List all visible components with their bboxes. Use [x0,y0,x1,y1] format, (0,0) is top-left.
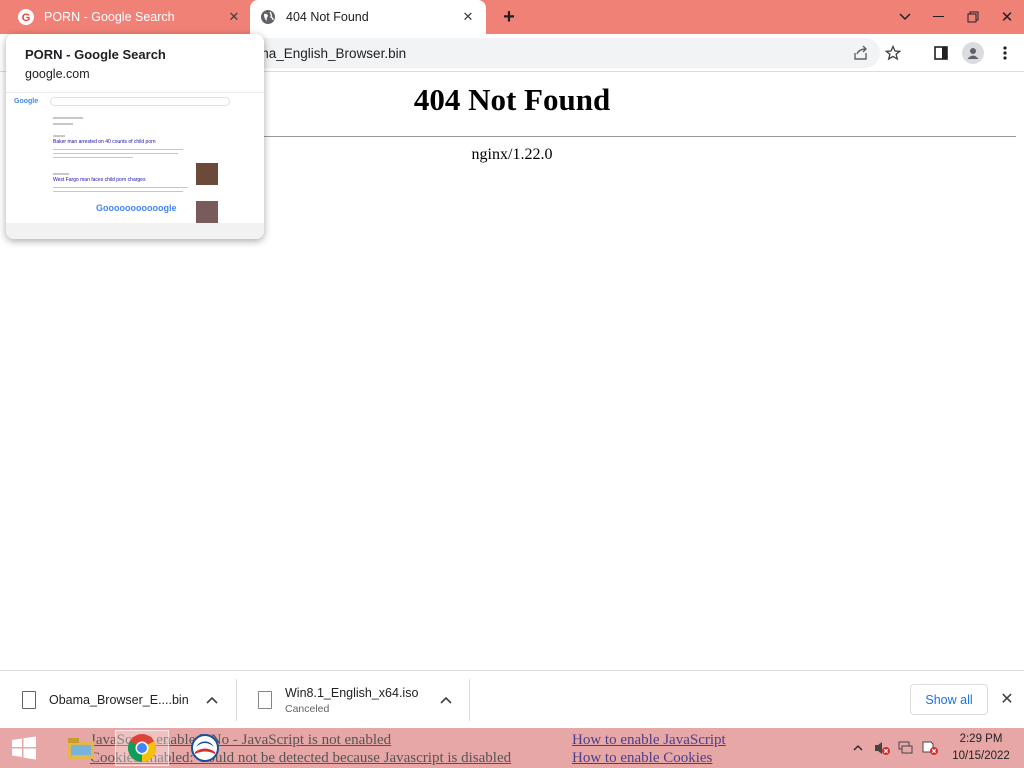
download-filename: Obama_Browser_E....bin [49,693,189,707]
share-icon[interactable] [848,40,874,66]
side-panel-icon[interactable] [928,40,954,66]
globe-icon [260,9,276,25]
tab-404[interactable]: 404 Not Found ✕ [250,0,486,34]
start-button[interactable] [6,732,42,764]
profile-avatar-icon[interactable] [960,40,986,66]
iso-file-icon [258,691,272,709]
thumbnail-result-title: Baker man arrested on 40 counts of child… [53,139,156,145]
thumbnail-result-image [196,201,218,223]
clock-time: 2:29 PM [959,733,1003,745]
tab-close-icon[interactable]: ✕ [224,7,244,27]
show-hidden-icons-chevron-icon[interactable] [846,736,870,760]
tab-title: PORN - Google Search [44,10,175,24]
taskbar: JavaScript enabled: No - JavaScript is n… [0,728,1024,768]
windows-logo-icon [12,736,36,760]
address-text: ama_English_Browser.bin [250,45,407,61]
downloads-shelf: Obama_Browser_E....bin Win8.1_English_x6… [0,670,1024,728]
thumbnail-result-image [196,163,218,185]
speaker-muted-icon[interactable] [870,736,894,760]
download-item[interactable]: Win8.1_English_x64.iso Canceled [236,677,469,723]
network-icon[interactable] [894,736,918,760]
chevron-down-icon[interactable] [888,0,922,34]
thumbnail-search-box [50,97,230,106]
folder-icon [68,738,94,759]
tab-thumbnail: Google Baker man arrested on 40 counts o… [6,92,264,239]
taskbar-browser-app[interactable] [178,730,232,766]
tab-title: 404 Not Found [286,10,369,24]
download-status: Canceled [285,702,330,715]
show-all-button[interactable]: Show all [910,684,988,715]
file-icon [22,691,36,709]
menu-kebab-icon[interactable] [992,40,1018,66]
tab-hover-card: PORN - Google Search google.com Google B… [6,34,264,239]
thumbnail-google-logo: Google [14,98,39,105]
chevron-up-icon[interactable] [440,693,452,707]
window-controls: ✕ [888,0,1024,34]
bookmark-star-icon[interactable] [880,40,906,66]
tab-strip: G PORN - Google Search ✕ 404 Not Found ✕… [0,0,1024,34]
clock[interactable]: 2:29 PM 10/15/2022 [942,731,1020,765]
obama-logo-icon [191,734,219,762]
chrome-icon [128,734,156,762]
system-tray: 2:29 PM 10/15/2022 [846,728,1024,768]
google-g-icon: G [18,9,34,25]
download-filename: Win8.1_English_x64.iso [285,685,419,700]
clock-date: 10/15/2022 [952,750,1010,762]
taskbar-chrome[interactable] [115,730,169,766]
download-item[interactable]: Obama_Browser_E....bin [0,677,236,723]
taskbar-file-explorer[interactable] [54,730,108,766]
hover-card-title: PORN - Google Search [25,47,166,62]
minimize-icon[interactable] [922,0,956,34]
tab-close-icon[interactable]: ✕ [458,7,478,27]
hover-card-domain: google.com [25,67,90,81]
new-tab-plus-icon[interactable]: + [498,6,520,28]
close-icon[interactable]: ✕ [997,689,1017,709]
bleed-link: How to enable JavaScript [572,732,726,748]
chevron-up-icon[interactable] [206,693,218,707]
tab-google-search[interactable]: G PORN - Google Search ✕ [8,0,246,34]
thumbnail-footer [6,223,264,239]
svg-text:G: G [22,12,31,24]
action-center-warning-icon[interactable] [918,736,942,760]
thumbnail-result-title: West Fargo man faces child porn charges [53,177,146,183]
thumbnail-pager: Gooooooooooogle [96,203,177,213]
bleed-link: How to enable Cookies [572,750,713,766]
restore-icon[interactable] [956,0,990,34]
close-window-icon[interactable]: ✕ [990,0,1024,34]
